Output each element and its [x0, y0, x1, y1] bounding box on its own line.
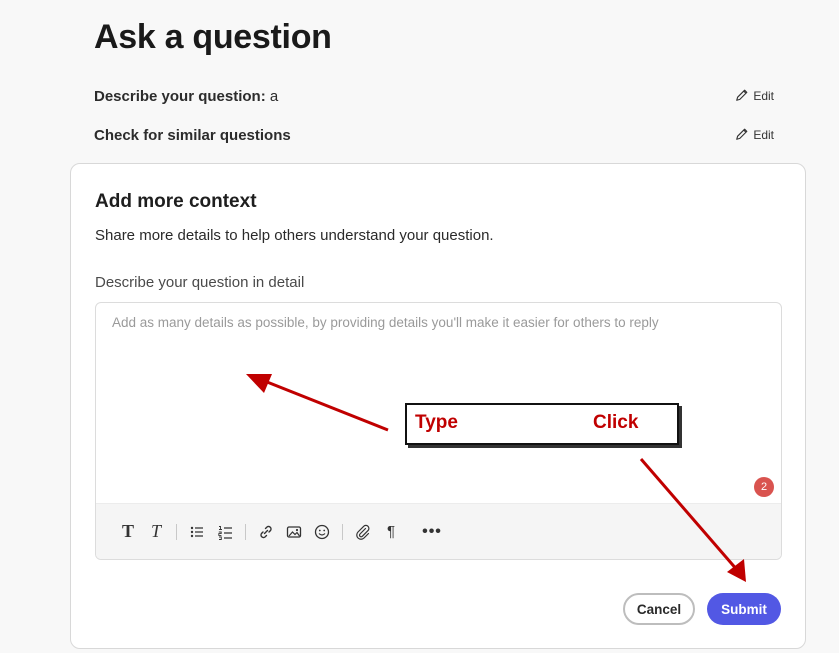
annotation-type-label: Type — [415, 412, 458, 433]
image-icon[interactable] — [280, 518, 308, 546]
emoji-icon[interactable] — [308, 518, 336, 546]
attachment-icon[interactable] — [349, 518, 377, 546]
paragraph-icon[interactable]: ¶ — [377, 518, 405, 546]
edit-describe-label: Edit — [753, 89, 774, 103]
step-describe-question: Describe your question: a Edit — [94, 84, 774, 108]
bold-icon[interactable]: T — [114, 518, 142, 546]
pencil-icon — [735, 88, 749, 105]
step-similar-questions: Check for similar questions Edit — [94, 123, 774, 147]
edit-similar-label: Edit — [753, 128, 774, 142]
toolbar-divider — [176, 523, 177, 540]
toolbar-spacer — [411, 524, 412, 540]
edit-similar-button[interactable]: Edit — [735, 127, 774, 144]
card-subtitle: Share more details to help others unders… — [95, 227, 494, 244]
bullet-list-icon[interactable] — [183, 518, 211, 546]
link-icon[interactable] — [252, 518, 280, 546]
numbered-list-icon[interactable] — [211, 518, 239, 546]
toolbar-divider — [342, 523, 343, 540]
page-title: Ask a question — [94, 18, 332, 56]
step-describe-text: Describe your question: a — [94, 88, 278, 105]
italic-icon[interactable]: T — [142, 518, 170, 546]
editor-placeholder[interactable]: Add as many details as possible, by prov… — [112, 315, 762, 330]
annotation-click-label: Click — [593, 412, 639, 433]
notification-badge: 2 — [754, 477, 774, 497]
editor-toolbar: T T ¶ ••• — [96, 503, 781, 559]
card-title: Add more context — [95, 191, 257, 212]
pencil-icon — [735, 127, 749, 144]
toolbar-divider — [245, 523, 246, 540]
more-icon[interactable]: ••• — [418, 518, 446, 546]
step-describe-label: Describe your question: — [94, 87, 266, 105]
question-detail-label: Describe your question in detail — [95, 274, 305, 291]
cancel-button[interactable]: Cancel — [623, 593, 695, 625]
submit-button[interactable]: Submit — [707, 593, 781, 625]
edit-describe-button[interactable]: Edit — [735, 88, 774, 105]
annotation-callout: Type Click — [405, 403, 679, 445]
step-similar-label: Check for similar questions — [94, 126, 291, 144]
step-describe-value: a — [269, 87, 279, 105]
